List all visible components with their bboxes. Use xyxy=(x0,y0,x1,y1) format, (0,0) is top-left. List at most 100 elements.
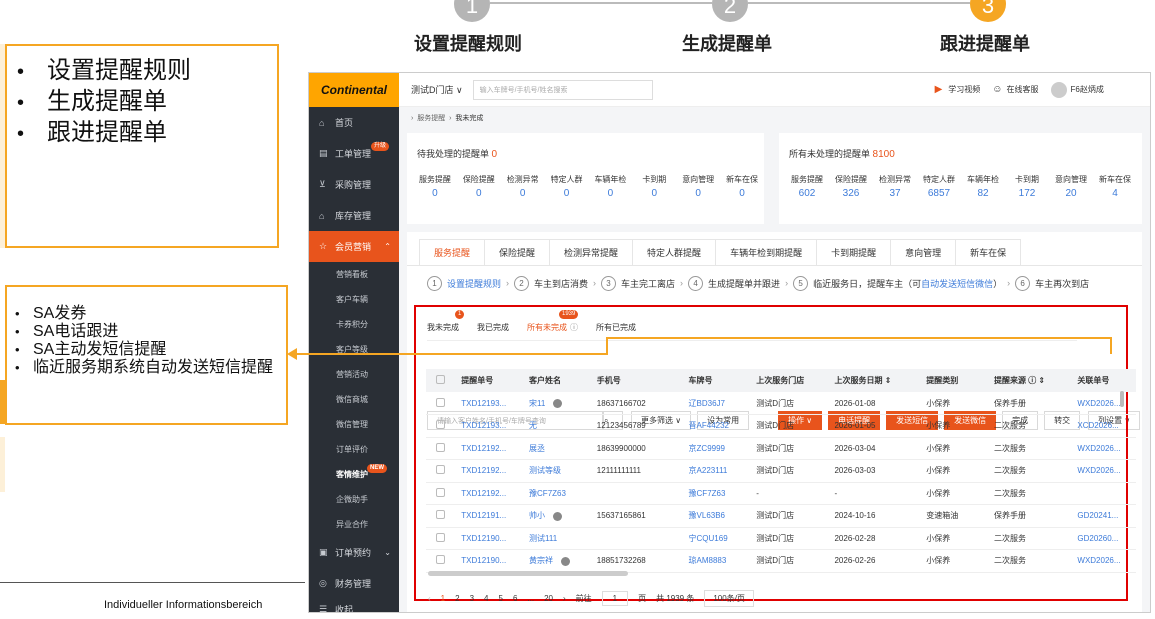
column-header[interactable]: 关联单号 xyxy=(1073,369,1136,392)
subnav-item[interactable]: 卡券积分 xyxy=(309,312,399,337)
table-cell[interactable]: 豫CF7Z63 xyxy=(684,482,753,505)
nav-booking[interactable]: ▣ 订单预约 ⌄ xyxy=(309,537,399,568)
table-cell[interactable]: TXD12192... xyxy=(457,437,526,460)
page-input[interactable]: 1 xyxy=(601,591,629,606)
nav-stock[interactable]: ⌂ 库存管理 xyxy=(309,200,399,231)
message-icon[interactable] xyxy=(561,556,571,566)
user-name[interactable]: F6赵炳成 xyxy=(1071,84,1104,95)
stat-item[interactable]: 服务提醒 602 xyxy=(785,174,829,199)
table-cell[interactable]: GD20241... xyxy=(1073,504,1136,528)
table-cell[interactable]: 琼AM8883 xyxy=(684,549,753,573)
breadcrumb-item[interactable]: 服务提醒 xyxy=(417,113,445,123)
page-number[interactable]: 1 xyxy=(441,594,445,603)
page-number[interactable]: 5 xyxy=(498,594,502,603)
brand-logo[interactable]: Continental xyxy=(309,73,399,107)
table-cell[interactable]: 测试等级 xyxy=(525,459,593,483)
prev-page-icon[interactable]: ‹ xyxy=(428,594,431,603)
row-checkbox[interactable] xyxy=(426,549,458,573)
table-cell[interactable]: TXD12192... xyxy=(457,482,526,505)
video-link[interactable]: 学习视频 xyxy=(948,84,980,95)
tab-item[interactable]: 特定人群提醒 xyxy=(632,239,717,265)
table-row[interactable]: TXD12190... 黄宗祥 18851732268 琼AM8883 测试D门店 202… xyxy=(426,549,1136,573)
store-selector[interactable]: 测试D门店 ∨ xyxy=(411,83,463,96)
column-header[interactable]: 客户姓名 xyxy=(525,369,593,392)
subnav-item[interactable]: 客户车辆 xyxy=(309,287,399,312)
stat-item[interactable]: 卡到期 172 xyxy=(1005,174,1049,199)
stat-item[interactable]: 新车在保 0 xyxy=(720,174,764,199)
subnav-item[interactable]: 营销活动 xyxy=(309,362,399,387)
stat-item[interactable]: 新车在保 4 xyxy=(1093,174,1137,199)
subnav-item[interactable]: 订单评价 xyxy=(309,437,399,462)
table-row[interactable]: TXD12191... 帅小 15637165861 豫VL63B6 测试D门店 2024… xyxy=(426,504,1136,528)
stat-item[interactable]: 特定人群 6857 xyxy=(917,174,961,199)
table-cell[interactable]: TXD12190... xyxy=(457,549,526,573)
subnav-item[interactable]: 微信商城 xyxy=(309,387,399,412)
table-cell[interactable]: 帅小 xyxy=(525,504,593,528)
subnav-item[interactable]: 异业合作 xyxy=(309,512,399,537)
row-checkbox[interactable] xyxy=(426,482,458,505)
stat-item[interactable]: 意向管理 20 xyxy=(1049,174,1093,199)
row-checkbox[interactable] xyxy=(426,414,458,438)
table-cell[interactable]: TXD12190... xyxy=(457,527,526,550)
nav-collapse[interactable]: ☰ 收起 xyxy=(309,598,399,613)
stat-item[interactable]: 检测异常 0 xyxy=(501,174,545,199)
page-number[interactable]: 20 xyxy=(544,594,553,603)
row-checkbox[interactable] xyxy=(426,527,458,550)
table-row[interactable]: TXD12190... 测试111 宁CQU169 测试D门店 2026-02-28 小保… xyxy=(426,527,1136,550)
flow-step-label[interactable]: 设置提醒规则 xyxy=(447,277,501,290)
table-cell[interactable]: XCD2026... xyxy=(1073,414,1136,438)
column-header[interactable]: 提醒单号 xyxy=(457,369,526,392)
tab-item[interactable]: 卡到期提醒 xyxy=(816,239,892,265)
tab-item[interactable]: 保险提醒 xyxy=(484,239,551,265)
stat-item[interactable]: 特定人群 0 xyxy=(545,174,589,199)
table-cell[interactable]: 京ZC9999 xyxy=(684,437,753,460)
table-cell[interactable]: 测试111 xyxy=(525,527,593,550)
table-cell[interactable]: TXD12191... xyxy=(457,504,526,528)
message-icon[interactable] xyxy=(553,398,563,408)
table-cell[interactable]: TXD12193... xyxy=(457,414,526,438)
column-header[interactable]: 手机号 xyxy=(592,369,685,392)
tab-item[interactable]: 车辆年检到期提醒 xyxy=(715,239,818,265)
page-number[interactable]: 6 xyxy=(513,594,517,603)
row-checkbox[interactable] xyxy=(426,392,458,415)
stat-item[interactable]: 服务提醒 0 xyxy=(413,174,457,199)
table-row[interactable]: TXD12192... 豫CF7Z63 豫CF7Z63 - - 小保养 二次服务 xyxy=(426,482,1136,505)
table-cell[interactable]: WXD2026... xyxy=(1073,549,1136,573)
table-cell[interactable]: 京A223111 xyxy=(684,459,753,483)
table-row[interactable]: TXD12192... 展丞 18639900000 京ZC9999 测试D门店 2026… xyxy=(426,437,1136,460)
table-cell[interactable]: TXD12192... xyxy=(457,459,526,483)
nav-orders[interactable]: ▤ 工单管理 升级 xyxy=(309,138,399,169)
table-cell[interactable]: 无 xyxy=(525,414,593,438)
nav-finance[interactable]: ◎ 财务管理 xyxy=(309,568,399,598)
row-checkbox[interactable] xyxy=(426,437,458,460)
avatar[interactable] xyxy=(1050,81,1067,98)
page-number[interactable]: 3 xyxy=(470,594,474,603)
table-cell[interactable] xyxy=(1073,482,1136,505)
table-cell[interactable]: 宁CQU169 xyxy=(684,527,753,550)
horizontal-scrollbar[interactable] xyxy=(428,571,628,576)
column-header[interactable]: 提醒来源 ⓘ ⇕ xyxy=(989,369,1074,392)
table-cell[interactable]: TXD12193... xyxy=(457,392,526,415)
stat-item[interactable]: 检测异常 37 xyxy=(873,174,917,199)
column-header[interactable]: 上次服务日期 ⇕ xyxy=(830,369,923,392)
auto-send-link[interactable]: 自动发送短信微信 xyxy=(921,277,993,290)
vertical-scrollbar[interactable] xyxy=(1120,391,1124,407)
message-icon[interactable] xyxy=(553,511,563,521)
table-row[interactable]: TXD12193... 宋11 18637166702 辽BD36J7 测试D门店 202… xyxy=(426,392,1136,415)
column-header[interactable]: 上次服务门店 xyxy=(752,369,831,392)
page-number[interactable]: 2 xyxy=(455,594,459,603)
column-header[interactable]: 车牌号 xyxy=(684,369,753,392)
subnav-item[interactable]: 客户等级 xyxy=(309,337,399,362)
table-cell[interactable]: 辽BD36J7 xyxy=(684,392,753,415)
page-number[interactable]: 4 xyxy=(484,594,488,603)
table-row[interactable]: TXD12192... 测试等级 12111111111 京A223111 测试D门店 2… xyxy=(426,459,1136,483)
support-link[interactable]: 在线客服 xyxy=(1007,84,1039,95)
tab-item[interactable]: 检测异常提醒 xyxy=(549,239,634,265)
page-number[interactable]: ... xyxy=(527,594,534,603)
subnav-item[interactable]: 企微助手 xyxy=(309,487,399,512)
table-cell[interactable]: 宋11 xyxy=(525,392,593,415)
page-size-select[interactable]: 100条/页 xyxy=(704,590,754,607)
nav-purchase[interactable]: ⊻ 采购管理 xyxy=(309,169,399,200)
table-cell[interactable]: 晋AF44232 xyxy=(684,414,753,438)
subnav-item[interactable]: 客情维护 NEW xyxy=(309,462,399,487)
